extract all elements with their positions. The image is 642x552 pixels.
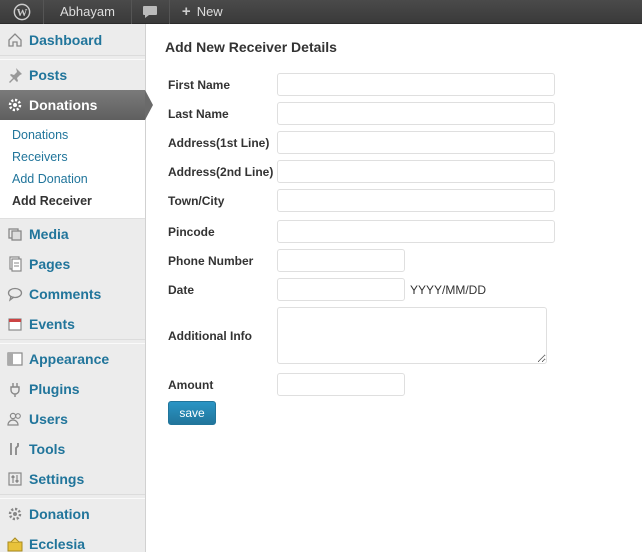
phone-label: Phone Number [168,253,254,268]
sidebar-item-events[interactable]: Events [0,309,145,339]
additional-info-textarea[interactable] [277,307,547,364]
address1-label: Address(1st Line) [168,135,270,150]
first-name-row: First Name [168,73,555,96]
sidebar-item-posts[interactable]: Posts [0,60,145,90]
address1-row: Address(1st Line) [168,131,555,154]
sidebar-item-users[interactable]: Users [0,404,145,434]
amount-input[interactable] [277,373,405,396]
address2-input[interactable] [277,160,555,183]
sidebar-item-donations[interactable]: Donations [0,90,153,120]
sidebar-item-settings[interactable]: Settings [0,464,145,494]
town-label: Town/City [168,193,225,208]
additional-info-row: Additional Info [168,307,547,364]
tools-icon [6,440,24,458]
sidebar-item-label: Posts [29,67,68,83]
submenu-item-add-receiver[interactable]: Add Receiver [0,190,145,212]
gear-icon [6,96,24,114]
appearance-icon [6,350,24,368]
church-icon [6,535,24,552]
first-name-input[interactable] [277,73,555,96]
sidebar-item-label: Media [29,226,69,242]
address2-row: Address(2nd Line) [168,160,555,183]
last-name-input[interactable] [277,102,555,125]
pincode-row: Pincode [168,220,555,243]
first-name-label: First Name [168,77,231,92]
sidebar-item-label: Settings [29,471,85,487]
sidebar-item-media[interactable]: Media [0,219,145,249]
admin-bar: W Abhayam + New [0,0,642,24]
sidebar-item-plugins[interactable]: Plugins [0,374,145,404]
town-row: Town/City [168,189,555,212]
site-name-label: Abhayam [60,4,115,19]
date-row: Date YYYY/MM/DD [168,278,486,301]
svg-text:W: W [16,7,27,19]
last-name-label: Last Name [168,106,229,121]
main-content: Add New Receiver Details First Name Last… [146,24,642,552]
calendar-icon [6,315,24,333]
wordpress-logo-icon[interactable]: W [0,0,44,24]
amount-row: Amount [168,373,405,396]
amount-label: Amount [168,377,214,392]
pincode-label: Pincode [168,224,215,239]
sidebar-item-label: Dashboard [29,32,103,48]
additional-info-label: Additional Info [168,328,252,343]
last-name-row: Last Name [168,102,555,125]
sidebar-item-donation[interactable]: Donation [0,499,145,529]
sidebar-item-comments[interactable]: Comments [0,279,145,309]
settings-icon [6,470,24,488]
sidebar-item-pages[interactable]: Pages [0,249,145,279]
sidebar-item-tools[interactable]: Tools [0,434,145,464]
gear-icon [6,505,24,523]
town-input[interactable] [277,189,555,212]
sidebar-item-label: Comments [29,286,102,302]
donations-submenu: Donations Receivers Add Donation Add Rec… [0,120,145,219]
home-icon [6,31,24,49]
submenu-item-donations[interactable]: Donations [0,124,145,146]
sidebar-item-label: Tools [29,441,66,457]
pin-icon [6,66,24,84]
save-button[interactable]: save [168,401,216,425]
submenu-item-receivers[interactable]: Receivers [0,146,145,168]
new-content-button[interactable]: + New [170,0,235,24]
pages-icon [6,255,24,273]
sidebar-item-label: Plugins [29,381,80,397]
plus-icon: + [181,3,191,20]
admin-sidebar: Dashboard Posts Donations Donations Rece… [0,24,153,552]
phone-row: Phone Number [168,249,405,272]
sidebar-item-dashboard[interactable]: Dashboard [0,25,145,55]
new-label: New [196,4,223,19]
date-input[interactable] [277,278,405,301]
sidebar-item-ecclesia[interactable]: Ecclesia [0,529,145,552]
pincode-input[interactable] [277,220,555,243]
sidebar-item-label: Pages [29,256,71,272]
sidebar-item-label: Donations [29,97,98,113]
site-name-link[interactable]: Abhayam [44,0,132,24]
sidebar-item-label: Ecclesia [29,536,86,552]
date-label: Date [168,282,195,297]
comments-icon[interactable] [132,0,170,24]
address2-label: Address(2nd Line) [168,164,274,179]
submenu-item-add-donation[interactable]: Add Donation [0,168,145,190]
plug-icon [6,380,24,398]
media-icon [6,225,24,243]
page-title: Add New Receiver Details [165,39,337,55]
users-icon [6,410,24,428]
address1-input[interactable] [277,131,555,154]
sidebar-item-label: Appearance [29,351,110,367]
sidebar-item-label: Donation [29,506,90,522]
sidebar-item-label: Users [29,411,68,427]
phone-input[interactable] [277,249,405,272]
date-format-hint: YYYY/MM/DD [410,282,487,297]
sidebar-item-label: Events [29,316,75,332]
comment-icon [6,285,24,303]
sidebar-item-appearance[interactable]: Appearance [0,344,145,374]
